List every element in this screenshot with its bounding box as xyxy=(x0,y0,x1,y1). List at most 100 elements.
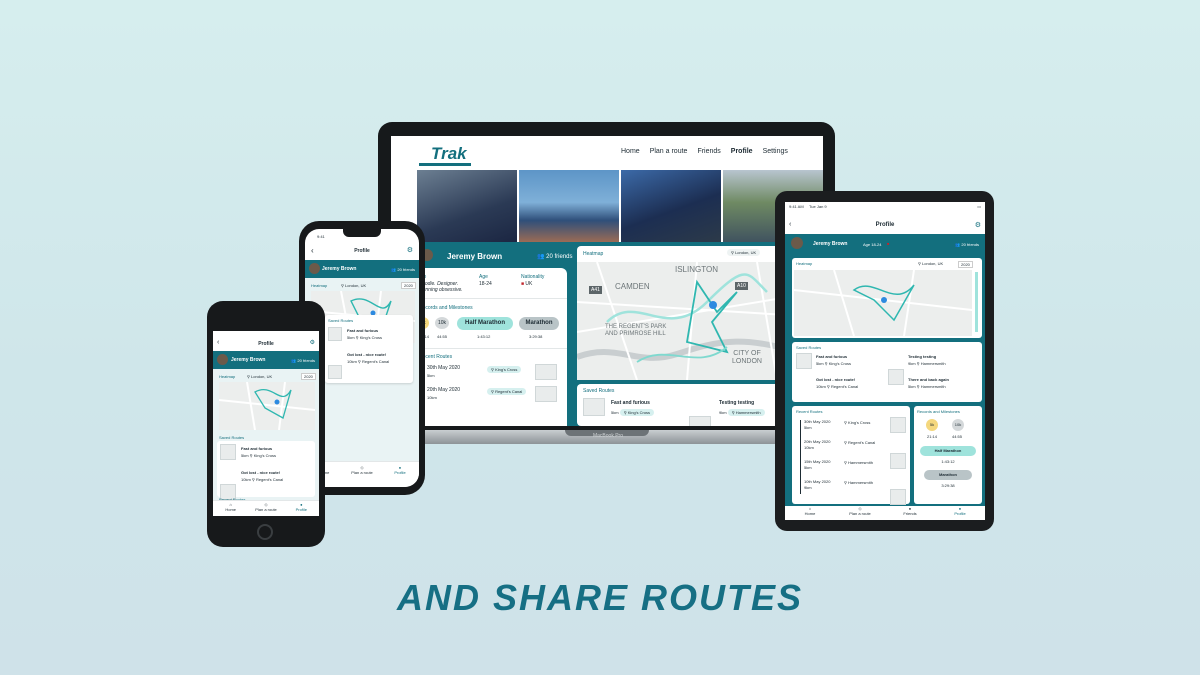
saved-route-meta: 5km ⚲ King's Cross xyxy=(241,453,277,458)
saved-route-name[interactable]: Testing testing xyxy=(908,354,936,359)
recent-route-row[interactable]: 20th May 2020 10km ⚲ Regent's Canal xyxy=(417,386,567,408)
photo-runners xyxy=(417,170,517,242)
record-10k-time: 44:55 xyxy=(952,434,963,439)
friends-count[interactable]: 👥 20 friends xyxy=(391,267,415,272)
record-marathon-time: 3:29:38 xyxy=(529,334,543,339)
photo-race-start xyxy=(621,170,721,242)
profile-name: Jeremy Brown xyxy=(231,357,266,363)
route-location: Regent's Canal xyxy=(848,440,876,445)
saved-route-name[interactable]: Got lost - nice route! xyxy=(816,377,855,382)
heatmap-location[interactable]: ⚲ London, UK xyxy=(341,283,366,288)
tab-home[interactable]: ⌂Home xyxy=(785,506,835,520)
nav-profile[interactable]: Profile xyxy=(731,148,753,155)
record-10k-badge[interactable]: 10k xyxy=(435,317,449,329)
nationality-value: ■ UK xyxy=(521,281,532,287)
settings-gear-icon[interactable]: ⚙ xyxy=(310,339,315,346)
saved-route-distance: 10km xyxy=(347,359,357,364)
route-distance: 10km xyxy=(804,445,814,450)
route-thumbnail[interactable] xyxy=(583,398,605,416)
heatmap-map[interactable] xyxy=(219,382,315,430)
map-label-camden: CAMDEN xyxy=(615,282,650,291)
friends-count[interactable]: 👥 20 friends xyxy=(537,253,573,260)
settings-gear-icon[interactable]: ⚙ xyxy=(975,221,981,229)
record-marathon-badge[interactable]: Marathon xyxy=(924,470,972,480)
friends-label: 20 friends xyxy=(297,358,315,363)
heatmap-location[interactable]: ⚲ London, UK xyxy=(918,261,943,266)
records-title: Records and Milestones xyxy=(917,409,960,414)
saved-route-name[interactable]: Fast and furious xyxy=(241,446,272,451)
tab-profile[interactable]: ● Profile xyxy=(935,506,985,520)
nav-settings[interactable]: Settings xyxy=(763,148,788,155)
route-thumbnail[interactable] xyxy=(890,489,906,505)
saved-routes-card: Saved Routes Fast and furious 5km ⚲ King… xyxy=(792,342,982,440)
recent-route-row[interactable]: 30th May 2020 5km ⚲ King's Cross xyxy=(417,364,567,386)
year-select[interactable]: 2020 xyxy=(958,261,973,268)
saved-routes-title: Saved Routes xyxy=(796,345,822,350)
record-10k-badge[interactable]: 10k xyxy=(952,419,964,431)
nav-home[interactable]: Home xyxy=(621,148,640,155)
map-label-islington: ISLINGTON xyxy=(675,265,718,274)
saved-route-name[interactable]: Fast and furious xyxy=(611,400,650,406)
saved-route-name[interactable]: Testing testing xyxy=(719,400,754,406)
route-location-pill: ⚲ King's Cross xyxy=(844,420,871,425)
tab-friends[interactable]: ● Friends xyxy=(885,506,935,520)
saved-route-name[interactable]: Fast and furious xyxy=(347,328,378,333)
settings-gear-icon[interactable]: ⚙ xyxy=(407,246,413,254)
heatmap-location[interactable]: ⚲ London, UK xyxy=(247,374,272,379)
friends-label: 20 friends xyxy=(546,254,573,260)
heatmap-map[interactable] xyxy=(794,270,972,336)
route-thumbnail[interactable] xyxy=(888,369,904,385)
friends-label: 20 friends xyxy=(961,242,979,247)
tab-plan-route[interactable]: ◇ Plan a route xyxy=(248,501,283,516)
saved-route-distance: 9km xyxy=(908,361,916,366)
route-thumbnail[interactable] xyxy=(328,327,342,341)
route-thumbnail[interactable] xyxy=(220,444,236,460)
route-thumbnail[interactable] xyxy=(890,453,906,469)
record-5k-badge[interactable]: 5k xyxy=(926,419,938,431)
record-marathon-time: 3:29:38 xyxy=(941,483,955,488)
avatar[interactable] xyxy=(309,263,320,274)
saved-route-location: King's Cross xyxy=(253,453,277,458)
record-half-marathon-badge[interactable]: Half Marathon xyxy=(457,317,513,330)
nav-friends[interactable]: Friends xyxy=(697,148,720,155)
heatmap-location[interactable]: ⚲ London, UK xyxy=(727,249,761,256)
year-select[interactable]: 2020 xyxy=(301,373,316,380)
record-half-marathon-badge[interactable]: Half Marathon xyxy=(920,446,976,456)
route-thumbnail[interactable] xyxy=(328,365,342,379)
route-distance: 5km xyxy=(804,465,812,470)
tab-home[interactable]: ⌂Home xyxy=(213,501,248,516)
saved-route-name[interactable]: Fast and furious xyxy=(816,354,847,359)
record-marathon-badge[interactable]: Marathon xyxy=(519,317,559,330)
route-distance: 9km xyxy=(804,485,812,490)
friends-count[interactable]: 👥 20 friends xyxy=(291,358,315,363)
map-scroll-handle[interactable] xyxy=(975,272,978,332)
saved-route-distance: 9km xyxy=(719,410,727,415)
saved-route-name[interactable]: Got lost - nice route! xyxy=(241,470,280,475)
route-thumbnail[interactable] xyxy=(689,416,711,426)
nav-plan-route[interactable]: Plan a route xyxy=(650,148,688,155)
avatar[interactable] xyxy=(217,354,228,365)
route-thumbnail[interactable] xyxy=(535,386,557,402)
tab-plan-route[interactable]: ◇ Plan a route xyxy=(343,462,381,487)
app-logo[interactable]: Trak xyxy=(431,144,467,164)
saved-route-name[interactable]: Got lost - nice route! xyxy=(347,352,386,357)
year-select[interactable]: 2020 xyxy=(401,282,416,289)
uk-flag-icon: ■ xyxy=(521,281,525,287)
tab-label: Friends xyxy=(903,511,917,516)
friends-count[interactable]: 👥 20 friends xyxy=(955,242,979,247)
heatmap-title: Heatmap xyxy=(219,374,236,379)
saved-route-meta: 9km ⚲ Hammersmith xyxy=(908,361,946,366)
route-thumbnail[interactable] xyxy=(890,417,906,433)
tab-plan-route[interactable]: ◇ Plan a route xyxy=(835,506,885,520)
route-thumbnail[interactable] xyxy=(535,364,557,380)
route-thumbnail[interactable] xyxy=(796,353,812,369)
saved-route-name[interactable]: There and back again xyxy=(908,377,949,382)
tab-profile[interactable]: ● Profile xyxy=(381,462,419,487)
route-location: King's Cross xyxy=(495,367,518,372)
page-title: Profile xyxy=(354,248,370,254)
tab-profile[interactable]: ● Profile xyxy=(284,501,319,516)
divider xyxy=(417,348,567,349)
divider xyxy=(417,298,567,299)
avatar[interactable] xyxy=(791,237,803,249)
home-button[interactable] xyxy=(257,524,273,540)
